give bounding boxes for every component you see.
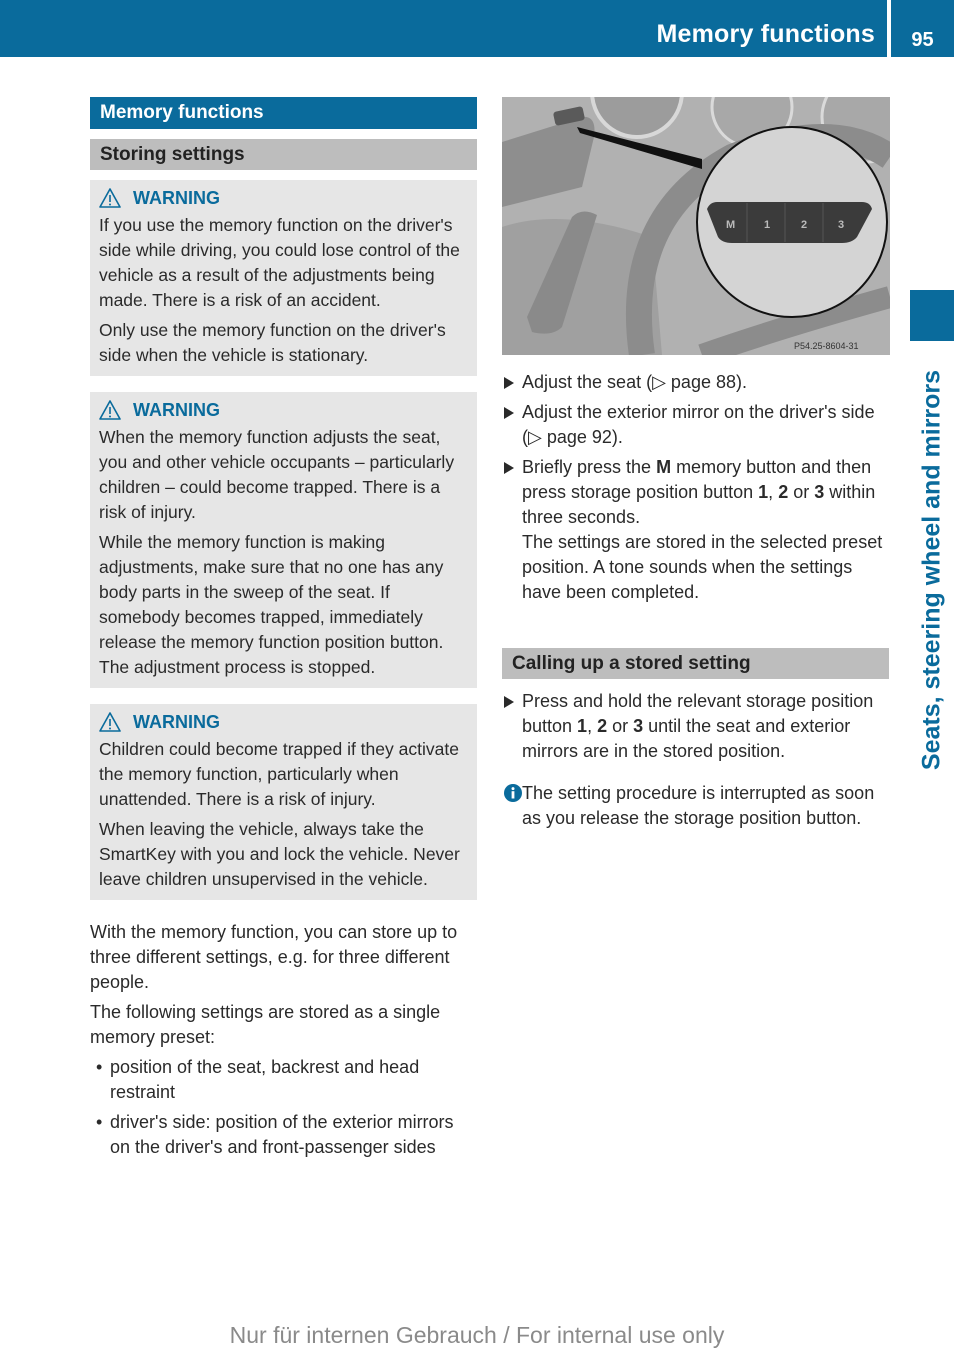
intro-paragraph: With the memory function, you can store … bbox=[90, 922, 458, 992]
warning-header: WARNING bbox=[99, 397, 469, 423]
info-note: The setting procedure is interrupted as … bbox=[502, 781, 889, 831]
warning-label: WARNING bbox=[133, 711, 220, 732]
internal-use-watermark: Nur für internen Gebrauch / For internal… bbox=[229, 1322, 725, 1348]
warning-text: While the memory function is making adju… bbox=[99, 532, 444, 677]
section-title: Memory functions bbox=[90, 97, 477, 129]
storing-steps: Adjust the seat (▷ page 88). Adjust the … bbox=[502, 370, 889, 605]
intro-text: With the memory function, you can store … bbox=[90, 920, 477, 1160]
intro-paragraph: The following settings are stored as a s… bbox=[90, 1002, 441, 1047]
warning-header: WARNING bbox=[99, 709, 469, 735]
step-item: Adjust the exterior mirror on the driver… bbox=[502, 400, 889, 450]
header-bar: Memory functions bbox=[0, 0, 887, 57]
step-arrow-icon bbox=[504, 377, 514, 389]
warning-text: When the memory function adjusts the sea… bbox=[99, 427, 455, 522]
memory-button-illustration: M 1 2 3 P54.25-8604-31 bbox=[502, 97, 890, 355]
stored-settings-list: position of the seat, backrest and head … bbox=[90, 1055, 477, 1160]
warning-text: When leaving the vehicle, always take th… bbox=[99, 819, 460, 889]
preset-button-label: 1 bbox=[764, 219, 770, 231]
warning-header: WARNING bbox=[99, 185, 469, 211]
running-header-title: Memory functions bbox=[656, 20, 875, 48]
step-arrow-icon bbox=[504, 462, 514, 474]
memory-button-label: M bbox=[726, 219, 735, 231]
warning-box-1: WARNING If you use the memory function o… bbox=[90, 180, 477, 376]
warning-triangle-icon bbox=[99, 400, 121, 420]
page-reference-link[interactable]: ▷ page 92 bbox=[528, 427, 612, 447]
warning-triangle-icon bbox=[99, 188, 121, 208]
figure-code: P54.25-8604-31 bbox=[794, 341, 859, 351]
warning-label: WARNING bbox=[133, 399, 220, 420]
chapter-tab-marker bbox=[910, 290, 954, 341]
warning-text: If you use the memory function on the dr… bbox=[99, 215, 460, 310]
list-item: position of the seat, backrest and head … bbox=[90, 1055, 477, 1105]
left-column: Memory functions Storing settings WARNIN… bbox=[90, 97, 477, 1165]
list-item: driver's side: position of the exterior … bbox=[90, 1110, 477, 1160]
step-item: Adjust the seat (▷ page 88). bbox=[502, 370, 889, 395]
subsection-title-calling-up: Calling up a stored setting bbox=[502, 648, 889, 679]
warning-box-3: WARNING Children could become trapped if… bbox=[90, 704, 477, 900]
page-number: 95 bbox=[891, 0, 954, 57]
info-note-text: The setting procedure is interrupted as … bbox=[522, 783, 875, 828]
subsection-title-storing: Storing settings bbox=[90, 139, 477, 170]
preset-button-label: 3 bbox=[838, 219, 844, 231]
warning-box-2: WARNING When the memory function adjusts… bbox=[90, 392, 477, 688]
step-item: Press and hold the relevant storage posi… bbox=[502, 689, 889, 764]
step-arrow-icon bbox=[504, 407, 514, 419]
step-item: Briefly press the M memory button and th… bbox=[502, 455, 889, 605]
warning-label: WARNING bbox=[133, 187, 220, 208]
step-arrow-icon bbox=[504, 696, 514, 708]
page-reference-link[interactable]: ▷ page 88 bbox=[652, 372, 736, 392]
step-result: The settings are stored in the selected … bbox=[522, 532, 883, 602]
warning-text: Children could become trapped if they ac… bbox=[99, 739, 459, 809]
info-icon bbox=[504, 784, 522, 802]
preset-button-label: 2 bbox=[801, 219, 807, 231]
calling-up-steps: Press and hold the relevant storage posi… bbox=[502, 689, 889, 764]
right-column: M 1 2 3 P54.25-8604-31 Adjust the seat (… bbox=[502, 97, 890, 831]
warning-triangle-icon bbox=[99, 712, 121, 732]
car-interior-image: M 1 2 3 P54.25-8604-31 bbox=[502, 97, 890, 355]
warning-text: Only use the memory function on the driv… bbox=[99, 320, 446, 365]
chapter-tab-label: Seats, steering wheel and mirrors bbox=[917, 369, 946, 771]
